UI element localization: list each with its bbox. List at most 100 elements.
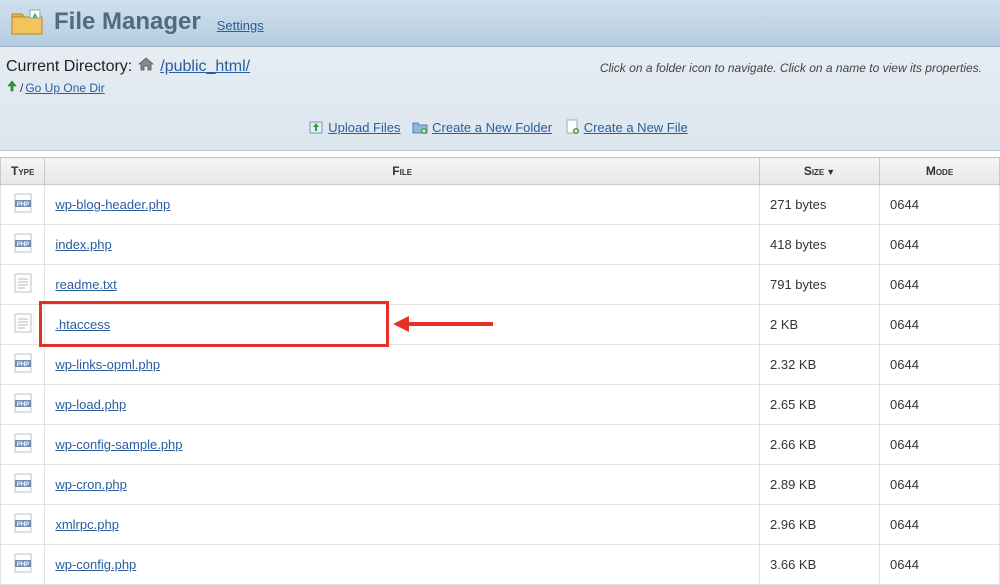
file-mode-cell: 0644 [880, 225, 1000, 265]
file-name-cell: wp-links-opml.php [45, 345, 760, 385]
php-file-icon: PHP [14, 553, 32, 573]
table-row: PHPxmlrpc.php2.96 KB0644 [1, 505, 1000, 545]
upload-icon [308, 119, 324, 135]
toolbar-actions: Upload Files Create a New Folder Create … [6, 119, 990, 138]
txt-file-icon [14, 313, 32, 333]
th-mode[interactable]: Mode [880, 158, 1000, 185]
file-size-cell: 2.96 KB [760, 505, 880, 545]
file-mode-cell: 0644 [880, 185, 1000, 225]
file-name-cell: wp-config.php [45, 545, 760, 585]
table-row: PHP wp-config.php 3.66 KB0644 [1, 545, 1000, 585]
file-link[interactable]: index.php [55, 237, 111, 252]
table-header-row: Type File Size▼ Mode [1, 158, 1000, 185]
file-size-cell: 3.66 KB [760, 545, 880, 585]
svg-text:PHP: PHP [17, 202, 29, 208]
file-mode-cell: 0644 [880, 545, 1000, 585]
svg-text:PHP: PHP [17, 442, 29, 448]
new-folder-link[interactable]: Create a New Folder [432, 120, 552, 135]
php-file-icon: PHP [14, 513, 32, 533]
go-up-link[interactable]: Go Up One Dir [25, 81, 104, 95]
file-link[interactable]: wp-config.php [55, 557, 136, 572]
home-icon [138, 57, 154, 76]
table-row: .htaccess 2 KB0644 [1, 305, 1000, 345]
file-type-cell: PHP [1, 465, 45, 505]
new-file-link[interactable]: Create a New File [584, 120, 688, 135]
new-folder-icon [412, 119, 428, 135]
file-link[interactable]: wp-blog-header.php [55, 197, 170, 212]
file-table: Type File Size▼ Mode PHP wp-blog-header.p… [0, 157, 1000, 585]
php-file-icon: PHP [14, 473, 32, 493]
svg-text:PHP: PHP [17, 482, 29, 488]
table-body: PHPwp-blog-header.php271 bytes0644PHPind… [1, 185, 1000, 585]
file-link[interactable]: wp-links-opml.php [55, 357, 160, 372]
file-name-cell: wp-blog-header.php [45, 185, 760, 225]
file-name-cell: xmlrpc.php [45, 505, 760, 545]
file-mode-cell: 0644 [880, 305, 1000, 345]
new-file-icon [564, 119, 580, 135]
upload-action[interactable]: Upload Files [308, 119, 400, 135]
file-name-cell: wp-load.php [45, 385, 760, 425]
table-row: PHPwp-load.php2.65 KB0644 [1, 385, 1000, 425]
file-mode-cell: 0644 [880, 345, 1000, 385]
current-directory-label: Current Directory: [6, 58, 132, 76]
upload-link[interactable]: Upload Files [328, 120, 400, 135]
file-name-cell: wp-config-sample.php [45, 425, 760, 465]
txt-file-icon [14, 273, 32, 293]
file-type-cell: PHP [1, 505, 45, 545]
table-row: PHP wp-blog-header.php 271 bytes0644 [1, 185, 1000, 225]
file-link[interactable]: wp-cron.php [55, 477, 127, 492]
header: File Manager Settings [0, 0, 1000, 47]
file-name-cell: .htaccess [45, 305, 760, 345]
file-link[interactable]: readme.txt [55, 277, 116, 292]
file-link[interactable]: wp-load.php [55, 397, 126, 412]
php-file-icon: PHP [14, 433, 32, 453]
file-size-cell: 418 bytes [760, 225, 880, 265]
file-name-cell: wp-cron.php [45, 465, 760, 505]
svg-text:PHP: PHP [17, 522, 29, 528]
th-type[interactable]: Type [1, 158, 45, 185]
file-type-cell: PHP [1, 385, 45, 425]
hint-text: Click on a folder icon to navigate. Clic… [600, 57, 990, 75]
svg-text:PHP: PHP [17, 362, 29, 368]
current-path-link[interactable]: /public_html/ [160, 58, 250, 76]
file-type-cell [1, 305, 45, 345]
new-file-action[interactable]: Create a New File [564, 119, 688, 135]
file-type-cell: PHP [1, 545, 45, 585]
php-file-icon: PHP [14, 353, 32, 373]
file-name-cell: index.php [45, 225, 760, 265]
file-size-cell: 271 bytes [760, 185, 880, 225]
new-folder-action[interactable]: Create a New Folder [412, 119, 552, 135]
sort-indicator-icon: ▼ [826, 167, 835, 177]
th-file[interactable]: File [45, 158, 760, 185]
svg-text:PHP: PHP [17, 562, 29, 568]
file-type-cell: PHP [1, 225, 45, 265]
svg-text:PHP: PHP [17, 242, 29, 248]
file-size-cell: 791 bytes [760, 265, 880, 305]
file-mode-cell: 0644 [880, 385, 1000, 425]
table-row: PHPwp-cron.php2.89 KB0644 [1, 465, 1000, 505]
file-link[interactable]: wp-config-sample.php [55, 437, 182, 452]
table-row: readme.txt 791 bytes0644 [1, 265, 1000, 305]
file-size-cell: 2 KB [760, 305, 880, 345]
file-type-cell [1, 265, 45, 305]
table-row: PHP index.php 418 bytes0644 [1, 225, 1000, 265]
file-mode-cell: 0644 [880, 425, 1000, 465]
file-link[interactable]: .htaccess [55, 317, 110, 332]
file-link[interactable]: xmlrpc.php [55, 517, 119, 532]
php-file-icon: PHP [14, 233, 32, 253]
subheader: Current Directory: /public_html/ / [0, 47, 1000, 151]
file-type-cell: PHP [1, 425, 45, 465]
file-mode-cell: 0644 [880, 265, 1000, 305]
page: File Manager Settings Current Directory:… [0, 0, 1000, 585]
table-row: PHP wp-config-sample.php 2.66 KB0644 [1, 425, 1000, 465]
file-type-cell: PHP [1, 345, 45, 385]
file-mode-cell: 0644 [880, 465, 1000, 505]
page-title: File Manager [54, 8, 201, 36]
folder-icon [10, 8, 44, 36]
file-size-cell: 2.66 KB [760, 425, 880, 465]
php-file-icon: PHP [14, 193, 32, 213]
table-row: PHPwp-links-opml.php2.32 KB0644 [1, 345, 1000, 385]
settings-link[interactable]: Settings [217, 18, 264, 33]
th-size[interactable]: Size▼ [760, 158, 880, 185]
file-type-cell: PHP [1, 185, 45, 225]
